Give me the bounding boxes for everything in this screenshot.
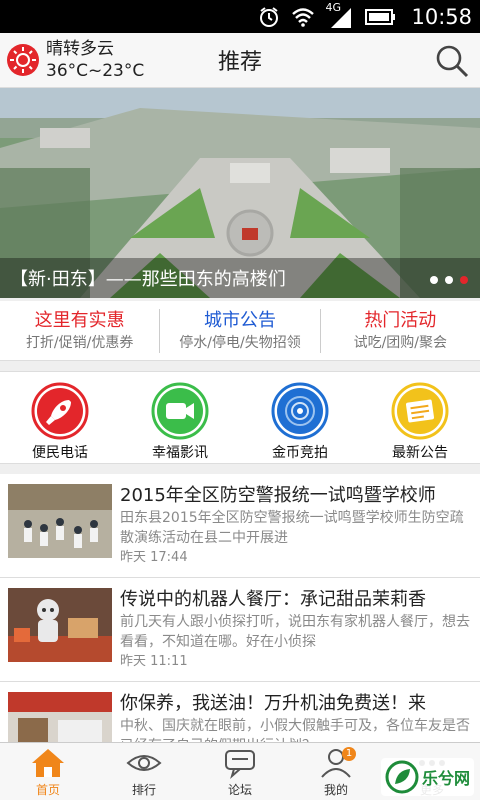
promo-subtitle: 停水/停电/失物招领 [179, 334, 301, 351]
top-header: 晴转多云 36°C~23°C 推荐 [0, 33, 480, 88]
banner-caption[interactable]: 【新·田东】——那些田东的高楼们 [0, 258, 480, 298]
cellular-signal-icon: 4G [325, 1, 355, 29]
tab-label: 排行 [131, 783, 156, 797]
shortcut-notices[interactable]: 最新公告 [360, 372, 480, 463]
shortcut-auction[interactable]: 金币竞拍 [240, 372, 360, 463]
tab-label: 我的 [323, 783, 348, 797]
news-time: 昨天 17:44 [120, 550, 188, 565]
weather-temperature: 36°C~23°C [46, 61, 145, 81]
carousel-indicator [430, 276, 468, 284]
shortcut-label: 便民电话 [32, 445, 88, 461]
leaf-logo-icon [385, 760, 419, 794]
shortcut-movies[interactable]: 幸福影讯 [120, 372, 240, 463]
tab-ranking[interactable]: 排行 [96, 743, 192, 800]
bottom-tab-bar: 首页 排行 论坛 1 我的 更多 乐兮网 [0, 742, 480, 800]
shortcut-grid: 便民电话 幸福影讯 金币竞拍 最新公告 [0, 371, 480, 464]
chat-bubble-icon [225, 750, 255, 779]
eye-icon [126, 755, 162, 771]
promo-title: 这里有实惠 [34, 309, 125, 331]
promo-strip: 这里有实惠 打折/促销/优惠券 城市公告 停水/停电/失物招领 热门活动 试吃/… [0, 301, 480, 361]
carousel-dot[interactable] [445, 276, 453, 284]
news-item[interactable]: 传说中的机器人餐厅：承记甜品茉莉香 前几天有人跟小侦探打听，说田东有家机器人餐厅… [0, 578, 480, 682]
news-title: 2015年全区防空警报统一试鸣暨学校师 [120, 485, 436, 506]
clock: 10:58 [411, 4, 472, 29]
news-title: 你保养，我送油！万升机油免费送！来 [120, 693, 426, 714]
shortcut-label: 幸福影讯 [152, 445, 208, 461]
promo-city-notice[interactable]: 城市公告 停水/停电/失物招领 [159, 308, 319, 353]
tab-label: 首页 [35, 783, 60, 797]
shortcut-label: 金币竞拍 [272, 445, 328, 461]
battery-icon [365, 5, 397, 29]
search-icon[interactable] [434, 43, 470, 79]
tab-forum[interactable]: 论坛 [192, 743, 288, 800]
status-bar: 4G 10:58 [0, 0, 480, 33]
banner-carousel[interactable]: 【新·田东】——那些田东的高楼们 [0, 88, 480, 298]
news-summary: 田东县2015年全区防空警报统一试鸣暨学校师生防空疏散演练活动在县二中开展进 [120, 510, 464, 546]
promo-hot-events[interactable]: 热门活动 试吃/团购/聚会 [319, 308, 480, 353]
news-list: 2015年全区防空警报统一试鸣暨学校师 田东县2015年全区防空警报统一试鸣暨学… [0, 474, 480, 786]
carousel-dot-active[interactable] [460, 276, 468, 284]
promo-subtitle: 打折/促销/优惠券 [25, 334, 134, 351]
coin-target-icon [271, 382, 329, 440]
alarm-icon [257, 5, 281, 29]
news-item[interactable]: 2015年全区防空警报统一试鸣暨学校师 田东县2015年全区防空警报统一试鸣暨学… [0, 474, 480, 578]
tab-label: 论坛 [227, 783, 252, 797]
promo-title: 热门活动 [364, 309, 437, 331]
wifi-icon [291, 5, 315, 29]
news-title: 传说中的机器人餐厅：承记甜品茉莉香 [120, 589, 426, 610]
promo-deals[interactable]: 这里有实惠 打折/促销/优惠券 [0, 309, 159, 353]
network-type: 4G [325, 0, 341, 14]
notice-board-icon [391, 382, 449, 440]
home-icon [32, 749, 64, 777]
news-time: 昨天 11:11 [120, 654, 188, 669]
weather-condition: 晴转多云 [46, 39, 114, 59]
news-thumbnail [8, 588, 112, 662]
tab-mine[interactable]: 1 我的 [288, 743, 384, 800]
sun-icon [7, 44, 39, 76]
weather-widget[interactable]: 晴转多云 36°C~23°C [0, 38, 144, 82]
news-summary: 前几天有人跟小侦探打听，说田东有家机器人餐厅，想去看看，不知道在哪。好在小侦探 [120, 614, 470, 650]
promo-title: 城市公告 [203, 309, 276, 331]
watermark-text: 乐兮网 [421, 769, 470, 788]
news-thumbnail [8, 484, 112, 558]
site-watermark: 乐兮网 [380, 758, 474, 796]
video-camera-icon [151, 382, 209, 440]
notification-badge: 1 [342, 747, 356, 761]
shortcut-label: 最新公告 [392, 445, 448, 461]
tab-home[interactable]: 首页 [0, 743, 96, 800]
rocket-icon [31, 382, 89, 440]
shortcut-service-phone[interactable]: 便民电话 [0, 372, 120, 463]
carousel-dot[interactable] [430, 276, 438, 284]
promo-subtitle: 试吃/团购/聚会 [353, 334, 448, 351]
